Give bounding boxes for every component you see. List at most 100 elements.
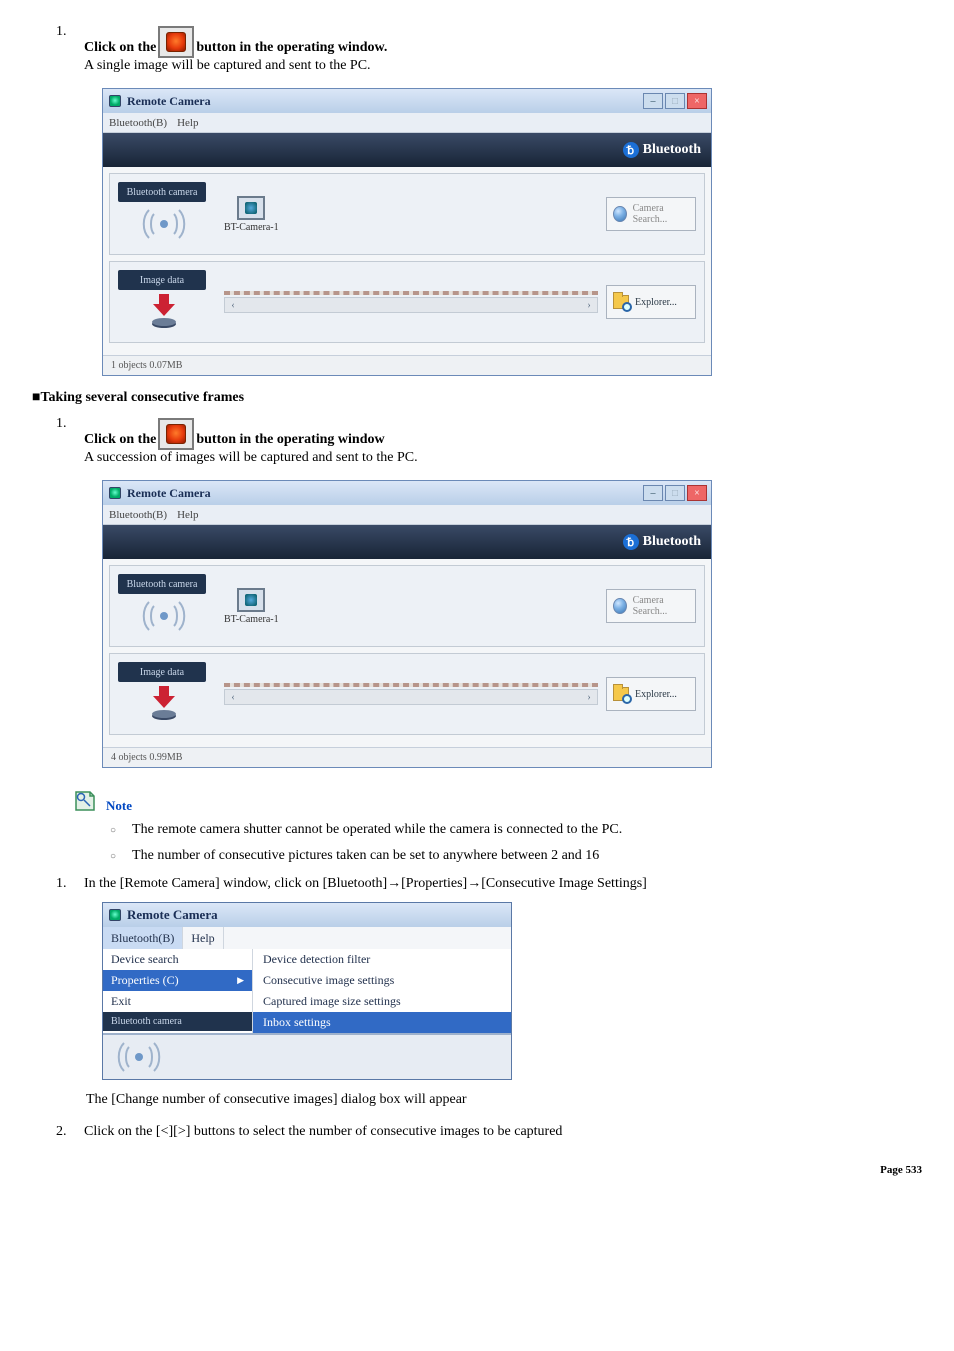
- window-titlebar: Remote Camera – □ ×: [103, 481, 711, 505]
- note-label: Note: [106, 798, 132, 814]
- menu-bluetooth[interactable]: Bluetooth(B): [109, 509, 167, 521]
- menu-exit[interactable]: Exit: [103, 991, 252, 1012]
- explorer-button[interactable]: Explorer...: [606, 285, 696, 319]
- menu-help[interactable]: Help: [177, 509, 198, 521]
- bluetooth-icon: ␢: [623, 142, 639, 158]
- h-scrollbar[interactable]: ‹ ›: [224, 297, 598, 313]
- properties-submenu: Device detection filter Consecutive imag…: [253, 949, 511, 1033]
- menu-properties[interactable]: Properties (C)▶: [103, 970, 252, 991]
- window-title: Remote Camera: [127, 907, 218, 923]
- panel-label: Bluetooth camera: [118, 182, 206, 202]
- menu-consecutive-image-settings[interactable]: Consecutive image settings: [253, 970, 511, 991]
- maximize-icon[interactable]: □: [665, 93, 685, 109]
- instr-post: button in the operating window.: [196, 40, 387, 56]
- camera-search-label: Camera Search...: [633, 595, 689, 617]
- instr-sub: A single image will be captured and sent…: [84, 58, 922, 74]
- camera-search-button[interactable]: Camera Search...: [606, 589, 696, 623]
- signal-icon: [117, 1035, 161, 1079]
- step-text: Click on the [<][>] buttons to select th…: [84, 1124, 922, 1140]
- globe-icon: [613, 206, 627, 222]
- camera-device-item[interactable]: BT-Camera-1: [224, 588, 279, 625]
- note-item: The number of consecutive pictures taken…: [132, 848, 599, 864]
- signal-icon: [142, 594, 186, 638]
- menu-bluetooth[interactable]: Bluetooth(B): [109, 117, 167, 129]
- maximize-icon[interactable]: □: [665, 485, 685, 501]
- app-icon: [109, 95, 121, 107]
- step-settings: 1. In the [Remote Camera] window, click …: [56, 876, 922, 892]
- minimize-icon[interactable]: –: [643, 485, 663, 501]
- explorer-label: Explorer...: [635, 297, 677, 308]
- close-icon[interactable]: ×: [687, 93, 707, 109]
- app-icon: [109, 487, 121, 499]
- panel-label: Image data: [118, 270, 206, 290]
- step-2: 2. Click on the [<][>] buttons to select…: [56, 1124, 922, 1140]
- list-number: 1.: [56, 876, 84, 892]
- step-1-single: 1. Click on the button in the operating …: [56, 24, 922, 74]
- scroll-right-icon[interactable]: ›: [581, 690, 597, 704]
- menu-help[interactable]: Help: [177, 117, 198, 129]
- submenu-arrow-icon: ▶: [237, 975, 244, 986]
- thumbnail-strip[interactable]: [224, 291, 598, 295]
- bluetooth-camera-panel: Bluetooth camera BT-Camera-1 Camera Sear…: [109, 173, 705, 255]
- close-icon[interactable]: ×: [687, 485, 707, 501]
- camera-name: BT-Camera-1: [224, 222, 279, 233]
- remote-camera-window-1: Remote Camera – □ × Bluetooth(B) Help ␢B…: [102, 88, 922, 376]
- status-bar: 4 objects 0.99MB: [103, 747, 711, 767]
- status-bar: 1 objects 0.07MB: [103, 355, 711, 375]
- brand-label: Bluetooth: [643, 534, 701, 550]
- menu-captured-image-size-settings[interactable]: Captured image size settings: [253, 991, 511, 1012]
- explorer-button[interactable]: Explorer...: [606, 677, 696, 711]
- image-data-panel: Image data ‹ ›: [109, 261, 705, 343]
- scroll-right-icon[interactable]: ›: [581, 298, 597, 312]
- remote-camera-window-2: Remote Camera – □ × Bluetooth(B) Help ␢B…: [102, 480, 922, 768]
- image-data-panel: Image data ‹ ›: [109, 653, 705, 735]
- menu-screenshot: Remote Camera Bluetooth(B) Help Device s…: [102, 902, 512, 1080]
- instr-pre: Click on the: [84, 40, 156, 56]
- dialog-appear-text: The [Change number of consecutive images…: [86, 1092, 922, 1108]
- camera-name: BT-Camera-1: [224, 614, 279, 625]
- menu-help[interactable]: Help: [183, 927, 223, 949]
- single-shot-icon: [158, 26, 194, 58]
- brand-header: ␢Bluetooth: [103, 133, 711, 167]
- bluetooth-dropdown: Device search Properties (C)▶ Exit Bluet…: [103, 949, 253, 1033]
- thumbnail-strip[interactable]: [224, 683, 598, 687]
- scroll-left-icon[interactable]: ‹: [225, 298, 241, 312]
- note-icon: [72, 788, 98, 814]
- menu-bar: Bluetooth(B) Help: [103, 927, 511, 949]
- menu-bluetooth[interactable]: Bluetooth(B): [103, 927, 183, 949]
- bullet-icon: ○: [110, 822, 116, 840]
- page-number: Page 533: [32, 1164, 922, 1176]
- list-number: 2.: [56, 1124, 84, 1140]
- camera-device-item[interactable]: BT-Camera-1: [224, 196, 279, 233]
- instr-pre: Click on the: [84, 432, 156, 448]
- menu-bar: Bluetooth(B) Help: [103, 113, 711, 133]
- brand-header: ␢Bluetooth: [103, 525, 711, 559]
- app-icon: [109, 909, 121, 921]
- menu-inbox-settings[interactable]: Inbox settings: [253, 1012, 511, 1033]
- window-title: Remote Camera: [127, 486, 211, 501]
- scroll-left-icon[interactable]: ‹: [225, 690, 241, 704]
- h-scrollbar[interactable]: ‹ ›: [224, 689, 598, 705]
- section-heading: ■Taking several consecutive frames: [32, 390, 922, 406]
- list-number: 1.: [56, 416, 84, 432]
- list-number: 1.: [56, 24, 84, 40]
- menu-device-detection-filter[interactable]: Device detection filter: [253, 949, 511, 970]
- bluetooth-camera-panel: Bluetooth camera BT-Camera-1 Camera Sear…: [109, 565, 705, 647]
- note-heading: Note: [72, 788, 922, 814]
- bullet-icon: ○: [110, 848, 116, 866]
- minimize-icon[interactable]: –: [643, 93, 663, 109]
- camera-search-label: Camera Search...: [633, 203, 689, 225]
- menu-device-search[interactable]: Device search: [103, 949, 252, 970]
- note-list: ○The remote camera shutter cannot be ope…: [110, 822, 922, 866]
- step-1-multi: 1. Click on the button in the operating …: [56, 416, 922, 466]
- brand-label: Bluetooth: [643, 142, 701, 158]
- folder-search-icon: [613, 295, 629, 309]
- signal-icon: [142, 202, 186, 246]
- window-title: Remote Camera: [127, 94, 211, 109]
- multi-shot-icon: [158, 418, 194, 450]
- panel-label: Bluetooth camera: [118, 574, 206, 594]
- step-text: In the [Remote Camera] window, click on …: [84, 876, 922, 892]
- camera-search-button[interactable]: Camera Search...: [606, 197, 696, 231]
- instr-sub: A succession of images will be captured …: [84, 450, 922, 466]
- globe-icon: [613, 598, 627, 614]
